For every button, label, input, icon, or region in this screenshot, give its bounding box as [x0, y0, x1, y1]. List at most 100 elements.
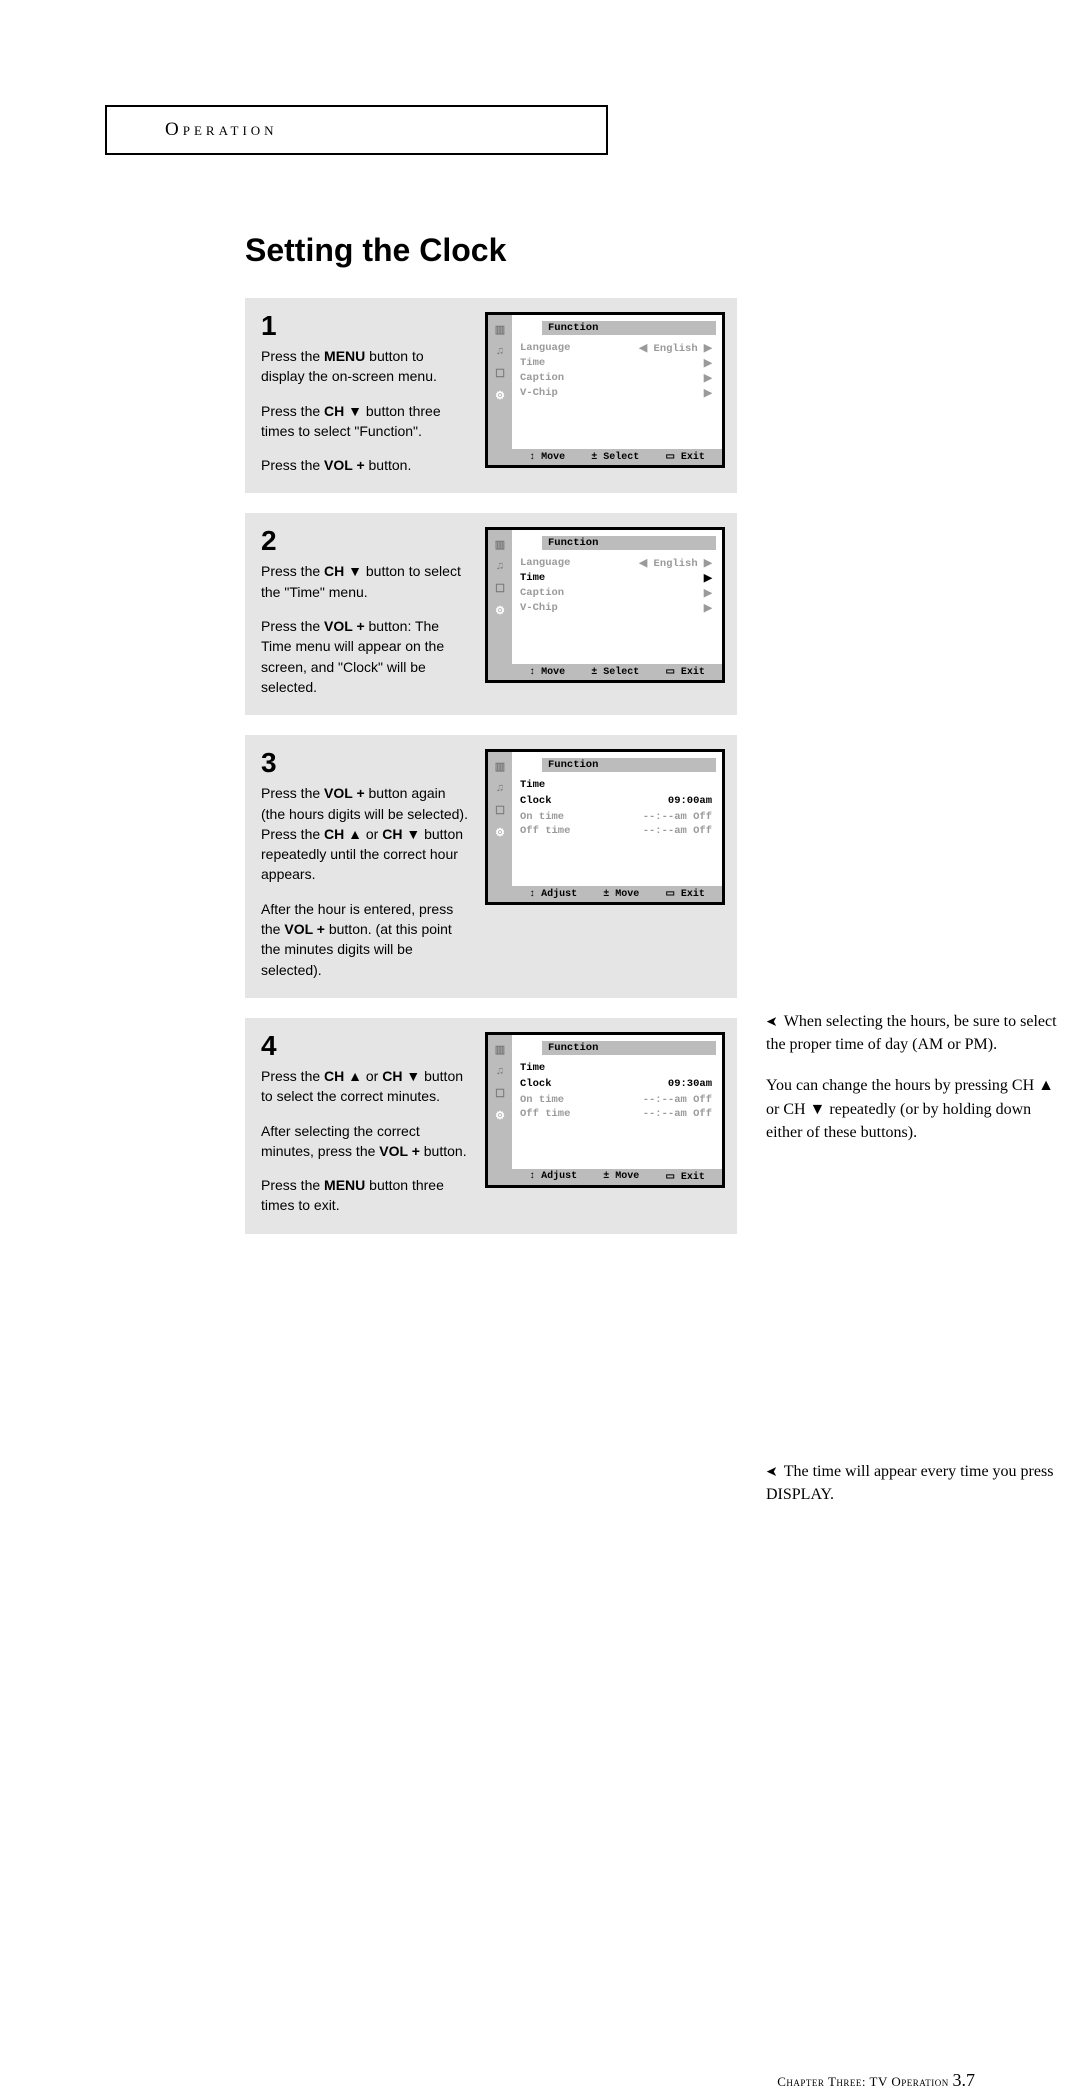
step-number: 2: [261, 527, 471, 555]
osd-footer-hint: ± Select: [591, 452, 639, 463]
osd-footer-hint: ↕ Adjust: [529, 889, 577, 900]
osd-sidebar-icon: ▥: [491, 1041, 509, 1059]
osd-footer-hint: ▭ Exit: [665, 451, 704, 463]
step-paragraph: After selecting the correct minutes, pre…: [261, 1121, 471, 1162]
step-card: 3 Press the VOL + button again (the hours…: [245, 735, 737, 998]
osd-sidebar-icon: ♫: [491, 1063, 509, 1081]
page-footer: Chapter Three: TV Operation 3.7: [777, 2070, 975, 2091]
step-paragraph: Press the CH ▼ button to select the "Tim…: [261, 561, 471, 602]
osd-row: Off time--:--am Off: [520, 1107, 712, 1121]
osd-row: On time--:--am Off: [520, 810, 712, 824]
osd-sidebar-icon: ⚙: [491, 387, 509, 405]
osd-sidebar-icon: ▥: [491, 758, 509, 776]
step-paragraph: Press the VOL + button again (the hours …: [261, 783, 471, 884]
osd-row: On time--:--am Off: [520, 1093, 712, 1107]
step-paragraph: Press the CH ▼ button three times to sel…: [261, 401, 471, 442]
osd-footer-hint: ↕ Adjust: [529, 1171, 577, 1182]
osd-screen: ▥ ♫ ☐ ⚙ Function Language◀ English ▶Time▶Capt…: [485, 527, 725, 683]
osd-row: V-Chip▶: [520, 386, 712, 401]
osd-row: Clock09:30am: [520, 1077, 712, 1091]
note-pointer-icon: ➤: [766, 1013, 778, 1033]
step-text: 3 Press the VOL + button again (the hours…: [261, 749, 471, 980]
osd-title: Function: [542, 758, 716, 772]
page-title: Setting the Clock: [245, 232, 506, 269]
footer-page-number: 3.7: [953, 2070, 976, 2090]
step-number: 3: [261, 749, 471, 777]
side-note: You can change the hours by pressing CH …: [766, 1074, 1066, 1144]
step-text: 2 Press the CH ▼ button to select the "Ti…: [261, 527, 471, 697]
osd-screen: ▥ ♫ ☐ ⚙ Function Language◀ English ▶Time▶Capt…: [485, 312, 725, 468]
osd-row: Language◀ English ▶: [520, 341, 712, 356]
osd-title: Function: [542, 321, 716, 335]
step-number: 4: [261, 1032, 471, 1060]
osd-footer-hint: ± Select: [591, 667, 639, 678]
osd-footer-hint: ▭ Exit: [665, 666, 704, 678]
osd-sidebar-icon: ♫: [491, 558, 509, 576]
osd-row: Time▶: [520, 356, 712, 371]
osd-rows: Language◀ English ▶Time▶Caption▶V-Chip▶: [512, 339, 722, 445]
step-card: 2 Press the CH ▼ button to select the "Ti…: [245, 513, 737, 715]
osd-rows: Time Clock09:00am On time--:--am OffOff ti…: [512, 776, 722, 882]
osd-footer: ↕ Move± Select▭ Exit: [512, 664, 722, 680]
steps-column: 1 Press the MENU button to display the on…: [245, 298, 737, 1254]
osd-sidebar-icon: ♫: [491, 780, 509, 798]
step-paragraph: Press the MENU button three times to exi…: [261, 1175, 471, 1216]
osd-row: Caption▶: [520, 586, 712, 601]
notes-step-3: ➤When selecting the hours, be sure to se…: [766, 1010, 1066, 1162]
step-number: 1: [261, 312, 471, 340]
manual-page: Operation Setting the Clock 1 Press the M…: [0, 0, 1080, 1962]
osd-footer-hint: ± Move: [603, 1171, 639, 1182]
osd-sidebar: ▥ ♫ ☐ ⚙: [488, 530, 512, 680]
osd-sidebar: ▥ ♫ ☐ ⚙: [488, 1035, 512, 1185]
osd-sidebar-icon: ♫: [491, 343, 509, 361]
osd-row: Clock09:00am: [520, 794, 712, 808]
osd-screen: ▥ ♫ ☐ ⚙ Function Time Clock09:30am On time--:--…: [485, 1032, 725, 1188]
osd-sidebar-icon: ☐: [491, 802, 509, 820]
step-text: 4 Press the CH ▲ or CH ▼ button to select…: [261, 1032, 471, 1216]
osd-footer-hint: ± Move: [603, 889, 639, 900]
step-paragraph: Press the VOL + button.: [261, 455, 471, 475]
osd-rows: Time Clock09:30am On time--:--am OffOff ti…: [512, 1059, 722, 1165]
osd-footer: ↕ Adjust ± Move ▭ Exit: [512, 1169, 722, 1185]
osd-rows: Language◀ English ▶Time▶Caption▶V-Chip▶: [512, 554, 722, 660]
step-paragraph: Press the VOL + button: The Time menu wi…: [261, 616, 471, 697]
osd-footer-hint: ▭ Exit: [665, 888, 704, 900]
osd-sidebar-icon: ⚙: [491, 1107, 509, 1125]
osd-sidebar-icon: ☐: [491, 365, 509, 383]
step-paragraph: Press the CH ▲ or CH ▼ button to select …: [261, 1066, 471, 1107]
osd-sidebar: ▥ ♫ ☐ ⚙: [488, 315, 512, 465]
step-paragraph: Press the MENU button to display the on-…: [261, 346, 471, 387]
section-header-box: Operation: [105, 105, 608, 155]
osd-row: Time▶: [520, 571, 712, 586]
note-pointer-icon: ➤: [766, 1463, 778, 1483]
section-header-text: Operation: [165, 119, 278, 141]
osd-sidebar: ▥ ♫ ☐ ⚙: [488, 752, 512, 902]
osd-sidebar-icon: ▥: [491, 321, 509, 339]
osd-screen: ▥ ♫ ☐ ⚙ Function Time Clock09:00am On time--:--…: [485, 749, 725, 905]
osd-row: Language◀ English ▶: [520, 556, 712, 571]
osd-row: Time: [520, 778, 712, 792]
step-card: 4 Press the CH ▲ or CH ▼ button to select…: [245, 1018, 737, 1234]
footer-chapter: Chapter Three: TV Operation: [777, 2074, 952, 2089]
osd-row: Time: [520, 1061, 712, 1075]
osd-row: Off time--:--am Off: [520, 824, 712, 838]
side-note: ➤The time will appear every time you pre…: [766, 1460, 1066, 1506]
step-text: 1 Press the MENU button to display the on…: [261, 312, 471, 475]
osd-sidebar-icon: ▥: [491, 536, 509, 554]
step-paragraph: After the hour is entered, press the VOL…: [261, 899, 471, 980]
osd-row: V-Chip▶: [520, 601, 712, 616]
notes-step-4: ➤The time will appear every time you pre…: [766, 1460, 1066, 1524]
osd-title: Function: [542, 1041, 716, 1055]
osd-footer: ↕ Adjust ± Move ▭ Exit: [512, 886, 722, 902]
osd-footer: ↕ Move ± Select ▭ Exit: [512, 449, 722, 465]
side-note: ➤When selecting the hours, be sure to se…: [766, 1010, 1066, 1056]
step-card: 1 Press the MENU button to display the on…: [245, 298, 737, 493]
osd-sidebar-icon: ☐: [491, 580, 509, 598]
osd-footer-hint: ↕ Move: [529, 452, 565, 463]
osd-row: Caption▶: [520, 371, 712, 386]
osd-sidebar-icon: ☐: [491, 1085, 509, 1103]
osd-title: Function: [542, 536, 716, 550]
osd-sidebar-icon: ⚙: [491, 824, 509, 842]
osd-sidebar-icon: ⚙: [491, 602, 509, 620]
osd-footer-hint: ▭ Exit: [665, 1171, 704, 1183]
